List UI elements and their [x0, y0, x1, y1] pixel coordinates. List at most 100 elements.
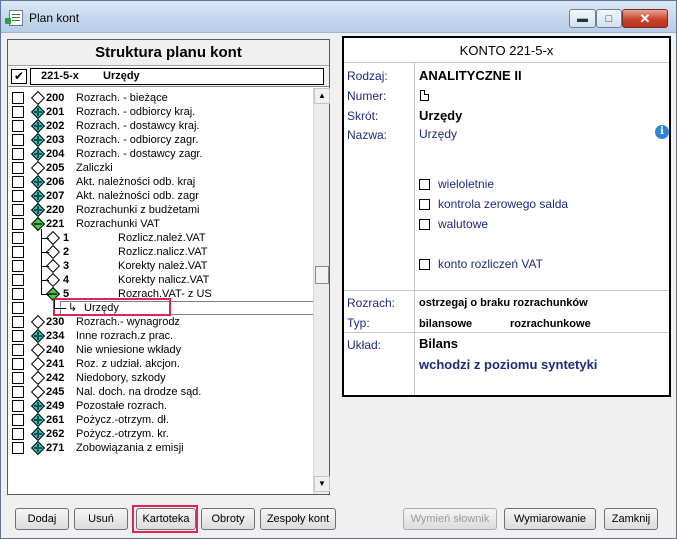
empty-node-icon — [30, 370, 46, 386]
row-checkbox[interactable] — [12, 232, 24, 244]
row-checkbox[interactable] — [12, 134, 24, 146]
obroty-button[interactable]: Obroty — [201, 508, 255, 530]
tree-row[interactable]: 234 Inne rozrach.z prac. — [8, 328, 313, 344]
expand-node-icon[interactable] — [30, 146, 46, 162]
row-checkbox[interactable] — [12, 162, 24, 174]
expand-node-icon[interactable] — [30, 412, 46, 428]
expand-node-icon[interactable] — [30, 104, 46, 120]
tree-row[interactable]: 241 Roz. z udział. akcjon. — [8, 356, 313, 372]
scroll-up-button[interactable]: ▲ — [314, 88, 330, 104]
tree-scrollbar[interactable]: ▲ ▼ — [313, 88, 330, 494]
row-checkbox[interactable] — [12, 386, 24, 398]
empty-node-icon — [30, 90, 46, 106]
row-checkbox[interactable] — [12, 344, 24, 356]
maximize-button[interactable]: □ — [596, 9, 622, 28]
tree-row[interactable]: 205 Zaliczki — [8, 160, 313, 176]
row-checkbox[interactable] — [12, 414, 24, 426]
checkbox[interactable] — [419, 179, 430, 190]
current-account-field[interactable]: 221-5-x Urzędy — [30, 68, 324, 85]
row-checkbox[interactable] — [12, 106, 24, 118]
expand-node-icon[interactable] — [30, 398, 46, 414]
row-checkbox[interactable] — [12, 302, 24, 314]
row-checkbox[interactable] — [12, 92, 24, 104]
row-checkbox[interactable] — [12, 218, 24, 230]
expand-node-icon[interactable] — [30, 118, 46, 134]
checkbox[interactable] — [419, 259, 430, 270]
usun-button[interactable]: Usuń — [74, 508, 128, 530]
row-label: Nal. doch. na drodze sąd. — [76, 386, 202, 398]
checkmark-icon[interactable]: ✔ — [11, 69, 27, 84]
tree-row[interactable]: 207 Akt. należności odb. zagr — [8, 188, 313, 204]
tree-row[interactable]: 249 Pozostałe rozrach. — [8, 398, 313, 414]
row-checkbox[interactable] — [12, 120, 24, 132]
close-window-button[interactable]: ✕ — [622, 9, 668, 28]
plan-kont-window: Plan kont ▬ □ ✕ Struktura planu kont ✔ 2… — [0, 0, 677, 539]
zespoly-kont-button[interactable]: Zespoły kont — [260, 508, 336, 530]
tree-row[interactable]: 220 Rozrachunki z budżetami — [8, 202, 313, 218]
row-checkbox[interactable] — [12, 148, 24, 160]
scroll-thumb[interactable] — [315, 266, 329, 284]
option-kontrola-zerowego-salda[interactable]: kontrola zerowego salda — [419, 197, 568, 211]
row-checkbox[interactable] — [12, 246, 24, 258]
tree-row[interactable]: 2 Rozlicz.nalicz.VAT — [8, 244, 313, 260]
row-checkbox[interactable] — [12, 330, 24, 342]
scroll-down-button[interactable]: ▼ — [314, 476, 330, 492]
tree-row[interactable]: 203 Rozrach. - odbiorcy zagr. — [8, 132, 313, 148]
skrot-value: Urzędy — [419, 108, 463, 123]
expand-node-icon[interactable] — [30, 132, 46, 148]
tree-connector — [54, 308, 66, 309]
tree-row[interactable]: 200 Rozrach. - bieżące — [8, 90, 313, 106]
tree-row[interactable]: 240 Nie wniesione wkłady — [8, 342, 313, 358]
checkbox[interactable] — [419, 199, 430, 210]
expand-node-icon[interactable] — [30, 174, 46, 190]
row-number: 242 — [46, 372, 65, 384]
tree-row[interactable]: 245 Nal. doch. na drodze sąd. — [8, 384, 313, 400]
row-checkbox[interactable] — [12, 358, 24, 370]
checkbox[interactable] — [419, 219, 430, 230]
tree-row[interactable]: 230 Rozrach.- wynagrodz — [8, 314, 313, 330]
zamknij-button[interactable]: Zamknij — [604, 508, 658, 530]
option-wieloletnie[interactable]: wieloletnie — [419, 177, 494, 191]
tree-row[interactable]: 202 Rozrach. - dostawcy kraj. — [8, 118, 313, 134]
option-walutowe[interactable]: walutowe — [419, 217, 488, 231]
tree-row[interactable]: 201 Rozrach. - odbiorcy kraj. — [8, 104, 313, 120]
expand-node-icon[interactable] — [30, 328, 46, 344]
option-konto-rozliczen-vat[interactable]: konto rozliczeń VAT — [419, 257, 543, 271]
row-checkbox[interactable] — [12, 204, 24, 216]
row-number: 261 — [46, 414, 65, 426]
row-checkbox[interactable] — [12, 288, 24, 300]
expand-node-icon[interactable] — [30, 188, 46, 204]
wymien-slownik-button[interactable]: Wymień słownik — [403, 508, 497, 530]
tree-row[interactable]: 242 Niedobory, szkody — [8, 370, 313, 386]
numer-label: Numer: — [347, 89, 387, 103]
detail-separator — [344, 290, 669, 291]
row-checkbox[interactable] — [12, 274, 24, 286]
tree-row[interactable]: 271 Zobowiązania z emisji — [8, 440, 313, 456]
row-checkbox[interactable] — [12, 260, 24, 272]
tree-row[interactable]: 3 Korekty należ.VAT — [8, 258, 313, 274]
tree-row[interactable]: 206 Akt. należności odb. kraj — [8, 174, 313, 190]
tree-row[interactable]: 221 Rozrachunki VAT — [8, 216, 313, 232]
info-icon[interactable]: i — [655, 125, 669, 139]
row-checkbox[interactable] — [12, 428, 24, 440]
row-checkbox[interactable] — [12, 316, 24, 328]
expand-node-icon[interactable] — [30, 440, 46, 456]
row-checkbox[interactable] — [12, 372, 24, 384]
tree-row[interactable]: 261 Pożycz.-otrzym. dł. — [8, 412, 313, 428]
tree-row[interactable]: 4 Korekty nalicz.VAT — [8, 272, 313, 288]
row-checkbox[interactable] — [12, 442, 24, 454]
dodaj-button[interactable]: Dodaj — [15, 508, 69, 530]
account-tree-list[interactable]: 200 Rozrach. - bieżące 201 Rozrach. - odbio… — [8, 88, 313, 494]
minimize-button[interactable]: ▬ — [569, 9, 596, 28]
tree-row[interactable]: 262 Pożycz.-otrzym. kr. — [8, 426, 313, 442]
collapse-node-icon[interactable] — [30, 216, 46, 232]
expand-node-icon[interactable] — [30, 426, 46, 442]
tree-row[interactable]: 204 Rozrach. - dostawcy zagr. — [8, 146, 313, 162]
wymiarowanie-button[interactable]: Wymiarowanie — [504, 508, 596, 530]
row-checkbox[interactable] — [12, 190, 24, 202]
row-checkbox[interactable] — [12, 400, 24, 412]
tree-row[interactable]: 1 Rozlicz.należ.VAT — [8, 230, 313, 246]
document-icon[interactable] — [420, 90, 429, 101]
row-checkbox[interactable] — [12, 176, 24, 188]
expand-node-icon[interactable] — [30, 202, 46, 218]
